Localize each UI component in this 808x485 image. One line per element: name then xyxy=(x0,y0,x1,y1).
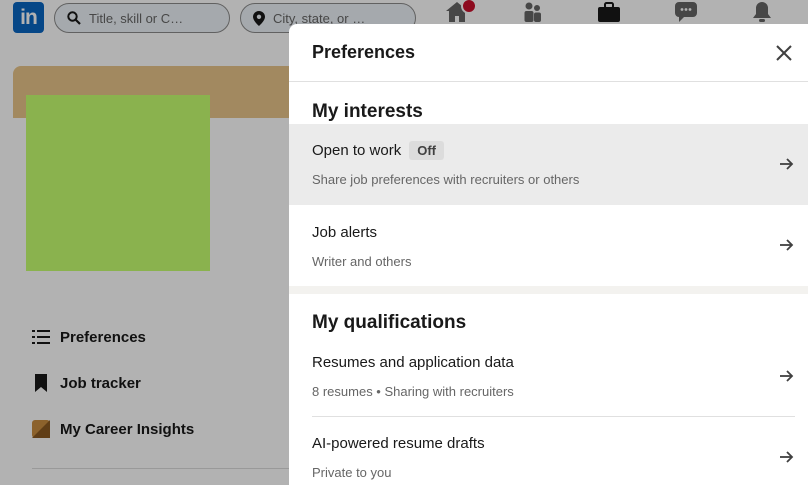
preferences-panel: Preferences My interests Open to work Of… xyxy=(289,24,808,485)
row-subtitle: Private to you xyxy=(312,465,392,480)
arrow-right-icon xyxy=(779,237,795,253)
close-icon xyxy=(775,44,793,62)
row-subtitle: 8 resumes • Sharing with recruiters xyxy=(312,384,514,399)
ai-resume-drafts-row[interactable]: AI-powered resume drafts Private to you xyxy=(289,417,808,485)
job-alerts-row[interactable]: Job alerts Writer and others xyxy=(289,205,808,286)
row-subtitle: Share job preferences with recruiters or… xyxy=(312,172,580,187)
panel-header: Preferences xyxy=(289,24,808,82)
panel-title: Preferences xyxy=(312,42,416,62)
status-badge: Off xyxy=(409,141,444,160)
section-title-my-qualifications: My qualifications xyxy=(312,312,467,333)
arrow-right-icon xyxy=(779,449,795,465)
row-title: Open to work xyxy=(312,142,402,159)
arrow-right-icon xyxy=(779,368,795,384)
section-title-my-interests: My interests xyxy=(312,101,423,122)
row-title: Job alerts xyxy=(312,224,378,241)
section-separator xyxy=(289,286,808,294)
row-subtitle: Writer and others xyxy=(312,254,412,269)
row-title-wrapper: Open to work Off xyxy=(312,141,444,160)
row-title: Resumes and application data xyxy=(312,354,514,371)
open-to-work-row[interactable]: Open to work Off Share job preferences w… xyxy=(289,124,808,205)
row-title: AI-powered resume drafts xyxy=(312,435,485,452)
close-button[interactable] xyxy=(773,42,795,64)
arrow-right-icon xyxy=(779,156,795,172)
resumes-row[interactable]: Resumes and application data 8 resumes •… xyxy=(289,336,808,416)
